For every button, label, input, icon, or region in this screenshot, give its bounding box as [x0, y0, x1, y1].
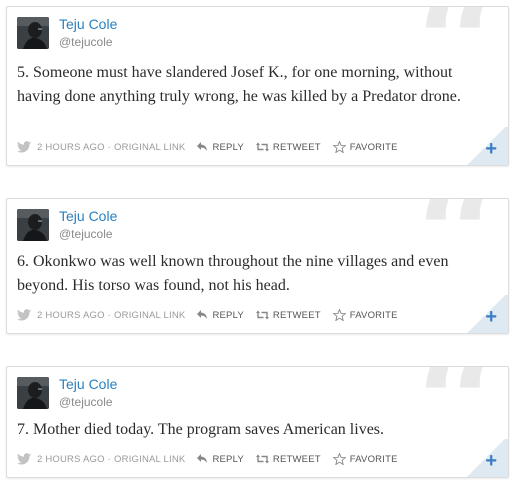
retweet-icon	[255, 310, 269, 320]
plus-icon[interactable]: +	[485, 307, 497, 327]
retweet-button[interactable]: RETWEET	[255, 309, 321, 321]
tweet-card-2: “ Teju Cole @tejucole 6. Okonkwo was wel…	[6, 198, 509, 334]
author-handle: @tejucole	[59, 227, 113, 241]
author-name-link[interactable]: Teju Cole	[59, 208, 117, 224]
retweet-label: RETWEET	[272, 309, 321, 321]
author-name-link[interactable]: Teju Cole	[59, 376, 117, 392]
avatar[interactable]	[17, 377, 49, 409]
separator-dot: ·	[107, 309, 112, 321]
separator-dot: ·	[107, 453, 112, 465]
author-name-link[interactable]: Teju Cole	[59, 16, 117, 32]
retweet-icon	[255, 454, 269, 464]
favorite-label: FAVORITE	[349, 141, 398, 153]
reply-label: REPLY	[212, 141, 244, 153]
retweet-label: RETWEET	[272, 141, 321, 153]
author-handle: @tejucole	[59, 395, 113, 409]
retweet-button[interactable]: RETWEET	[255, 141, 321, 153]
reply-button[interactable]: REPLY	[197, 453, 244, 465]
tweet-text: 6. Okonkwo was well known throughout the…	[17, 253, 449, 294]
original-link[interactable]: ORIGINAL LINK	[114, 454, 185, 465]
separator-dot: ·	[107, 141, 112, 153]
retweet-label: RETWEET	[272, 453, 321, 465]
original-link[interactable]: ORIGINAL LINK	[114, 310, 185, 321]
tweet-card-1: “ Teju Cole @tejucole 5. Someone must ha…	[6, 6, 509, 166]
reply-button[interactable]: REPLY	[197, 141, 244, 153]
favorite-button[interactable]: FAVORITE	[332, 309, 398, 321]
reply-button[interactable]: REPLY	[197, 309, 244, 321]
favorite-label: FAVORITE	[349, 453, 398, 465]
reply-arrow-icon	[197, 310, 208, 319]
reply-label: REPLY	[212, 453, 244, 465]
star-icon	[332, 141, 346, 153]
author-handle: @tejucole	[59, 35, 113, 49]
twitter-bird-icon	[17, 309, 31, 321]
reply-label: REPLY	[212, 309, 244, 321]
star-icon	[332, 309, 346, 321]
favorite-button[interactable]: FAVORITE	[332, 141, 398, 153]
tweet-time: 2 HOURS AGO	[37, 309, 105, 321]
retweet-icon	[255, 142, 269, 152]
tweet-time: 2 HOURS AGO	[37, 453, 105, 465]
star-icon	[332, 453, 346, 465]
tweet-time: 2 HOURS AGO	[37, 141, 105, 153]
avatar[interactable]	[17, 17, 49, 49]
tweet-card-3: “ Teju Cole @tejucole 7. Mother died tod…	[6, 366, 509, 478]
reply-arrow-icon	[197, 142, 208, 151]
tweet-text: 7. Mother died today. The program saves …	[17, 421, 385, 438]
twitter-bird-icon	[17, 453, 31, 465]
favorite-button[interactable]: FAVORITE	[332, 453, 398, 465]
tweet-actions: 2 HOURS AGO · ORIGINAL LINK REPLY RETWEE…	[17, 453, 398, 465]
tweet-actions: 2 HOURS AGO · ORIGINAL LINK REPLY RETWEE…	[17, 141, 398, 153]
reply-arrow-icon	[197, 454, 208, 463]
twitter-bird-icon	[17, 141, 31, 153]
tweet-actions: 2 HOURS AGO · ORIGINAL LINK REPLY RETWEE…	[17, 309, 398, 321]
original-link[interactable]: ORIGINAL LINK	[114, 142, 185, 153]
plus-icon[interactable]: +	[485, 451, 497, 471]
favorite-label: FAVORITE	[349, 309, 398, 321]
retweet-button[interactable]: RETWEET	[255, 453, 321, 465]
tweet-text: 5. Someone must have slandered Josef K.,…	[17, 64, 461, 105]
avatar[interactable]	[17, 209, 49, 241]
plus-icon[interactable]: +	[485, 139, 497, 159]
